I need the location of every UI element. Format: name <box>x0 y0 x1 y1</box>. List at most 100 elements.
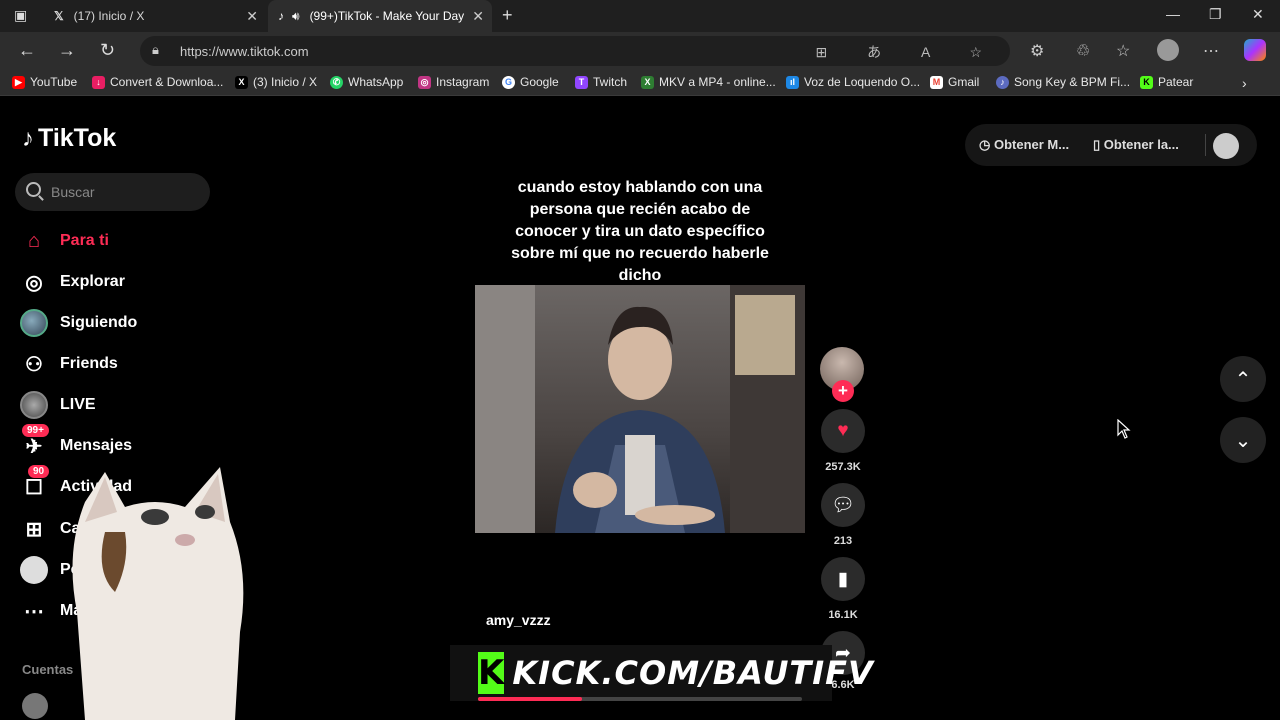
bookmark-label: (3) Inicio / X <box>253 75 318 89</box>
logo-text: TikTok <box>38 124 117 152</box>
restore-button[interactable]: ❐ <box>1209 6 1222 23</box>
search-icon <box>26 182 41 197</box>
url-bar-icons[interactable]: ⊞ あ A ☆ <box>815 42 1000 62</box>
tab-x-inicio[interactable]: 𝕏 (17) Inicio / X ✕ <box>44 0 266 32</box>
browser-tab-strip: ▣ 𝕏 (17) Inicio / X ✕ ♪ 🔊︎ (99+)TikTok -… <box>0 0 1280 32</box>
more-icon[interactable]: ⋯ <box>1203 41 1219 61</box>
tiktok-logo[interactable]: ♪ TikTok <box>22 124 116 153</box>
sidebar-item-mensajes[interactable]: ✈ 99+ Mensajes <box>20 424 133 460</box>
close-icon[interactable]: ✕ <box>246 8 258 25</box>
bookmark-x[interactable]: X (3) Inicio / X <box>235 75 317 89</box>
sidebar-item-explorar[interactable]: ◎ Explorar <box>20 268 125 296</box>
gmail-icon: M <box>930 75 943 89</box>
friends-icon: ⚇ <box>25 353 43 376</box>
tab-title: (17) Inicio / X <box>73 9 145 23</box>
creator-avatar[interactable]: + <box>820 347 864 402</box>
minimize-button[interactable]: — <box>1166 6 1180 22</box>
bookmark-loquendo[interactable]: ıl Voz de Loquendo O... <box>786 75 920 89</box>
get-coins-button[interactable]: ◷ Obtener M... <box>979 137 1069 153</box>
copilot-icon[interactable] <box>1244 39 1266 61</box>
get-coins-label: Obtener M... <box>993 137 1070 152</box>
url-field[interactable]: 🔒︎ https://www.tiktok.com ⊞ あ A ☆ <box>140 36 1010 66</box>
speaker-icon[interactable]: 🔊︎ <box>292 9 300 24</box>
search-input[interactable]: Buscar <box>15 173 210 211</box>
video-progress-bar[interactable] <box>478 697 802 701</box>
bookmark-songkey[interactable]: ♪ Song Key & BPM Fi... <box>996 75 1130 89</box>
reload-icon[interactable]: ↻ <box>100 40 115 61</box>
get-app-button[interactable]: ▯ Obtener la... <box>1093 137 1179 153</box>
performance-icon[interactable]: ♲ <box>1076 41 1090 61</box>
video-caption: cuando estoy hablando con una persona qu… <box>511 179 769 284</box>
bookmark-google[interactable]: G Google <box>502 75 559 89</box>
audio-icon: ıl <box>786 75 799 89</box>
previous-video-button[interactable]: ⌃ <box>1220 356 1266 402</box>
tiktok-icon: ♪ <box>278 9 284 23</box>
next-video-button[interactable]: ⌄ <box>1220 417 1266 463</box>
mouse-cursor-icon <box>1117 419 1131 439</box>
favorites-icon[interactable]: ☆ <box>1116 41 1130 61</box>
like-count: 257.3K <box>825 461 861 473</box>
bookmark-label: Instagram <box>436 75 490 89</box>
bookmark-label: YouTube <box>30 75 78 89</box>
home-icon: ⌂ <box>27 229 41 252</box>
kick-logo-icon: K <box>478 652 505 694</box>
bookmark-label: Patear <box>1158 75 1194 89</box>
chevron-right-icon[interactable]: › <box>1242 75 1247 91</box>
phone-icon: ▯ <box>1093 137 1104 152</box>
tab-title: (99+)TikTok - Make Your Day <box>309 9 465 23</box>
bookmark-mkv[interactable]: X MKV a MP4 - online... <box>641 75 776 89</box>
tab-actions-icon[interactable]: ▣ <box>14 7 27 24</box>
search-placeholder: Buscar <box>51 184 95 200</box>
extensions-icon[interactable]: ⚙ <box>1030 41 1044 61</box>
close-icon[interactable]: ✕ <box>472 8 484 25</box>
compass-icon: ◎ <box>25 271 43 294</box>
sidebar-item-label: Mensajes <box>60 437 133 454</box>
forward-icon[interactable]: → <box>58 40 76 61</box>
sidebar-item-friends[interactable]: ⚇ Friends <box>20 350 118 378</box>
bookmark-label: Song Key & BPM Fi... <box>1014 75 1131 89</box>
sidebar-item-para-ti[interactable]: ⌂ Para ti <box>20 227 109 255</box>
sidebar-item-label: Explorar <box>60 273 125 290</box>
user-avatar[interactable] <box>1213 133 1239 159</box>
comment-button[interactable]: 💬︎ <box>821 483 865 527</box>
like-button[interactable]: ♥ <box>821 409 865 453</box>
address-bar-row: ← → ↻ 🔒︎ https://www.tiktok.com ⊞ あ A ☆ … <box>0 32 1280 70</box>
x-icon: 𝕏 <box>54 9 64 23</box>
whatsapp-icon: ✆ <box>330 75 343 89</box>
video-player[interactable] <box>475 285 805 533</box>
url-text: https://www.tiktok.com <box>180 43 309 59</box>
close-window-button[interactable]: ✕ <box>1252 6 1264 23</box>
cat-overlay-image <box>72 467 244 720</box>
lock-icon[interactable]: 🔒︎ <box>152 42 159 58</box>
sidebar-item-live[interactable]: LIVE <box>20 391 96 419</box>
twitch-icon: T <box>575 75 588 89</box>
bookmark-convert[interactable]: ↓ Convert & Downloa... <box>92 75 223 89</box>
sidebar-item-siguiendo[interactable]: Siguiendo <box>20 309 137 337</box>
convert-icon: X <box>641 75 654 89</box>
bookmark-instagram[interactable]: ◎ Instagram <box>418 75 489 89</box>
profile-icon <box>20 556 48 584</box>
live-icon <box>20 391 48 419</box>
bookmark-patear[interactable]: K Patear <box>1140 75 1193 89</box>
comment-icon: 💬︎ <box>830 495 856 516</box>
follow-plus-icon[interactable]: + <box>832 380 854 402</box>
save-button[interactable]: ▮ <box>821 557 865 601</box>
bookmark-whatsapp[interactable]: ✆ WhatsApp <box>330 75 403 89</box>
new-tab-button[interactable]: + <box>502 5 513 26</box>
bookmark-gmail[interactable]: M Gmail <box>930 75 979 89</box>
youtube-icon: ▶ <box>12 75 25 89</box>
following-avatar-icon <box>20 309 48 337</box>
profile-avatar[interactable] <box>1157 39 1179 61</box>
comment-count: 213 <box>833 535 853 547</box>
video-author[interactable]: amy_vzzz <box>486 612 551 628</box>
get-app-label: Obtener la... <box>1103 137 1179 152</box>
coin-icon: ◷ <box>979 137 994 152</box>
bookmark-youtube[interactable]: ▶ YouTube <box>12 75 77 89</box>
tab-tiktok[interactable]: ♪ 🔊︎ (99+)TikTok - Make Your Day ✕ <box>268 0 492 32</box>
bookmark-twitch[interactable]: T Twitch <box>575 75 627 89</box>
back-icon[interactable]: ← <box>18 40 36 61</box>
instagram-icon: ◎ <box>418 75 431 89</box>
sidebar-item-label: Friends <box>60 355 118 372</box>
sidebar-item-label: LIVE <box>60 396 96 413</box>
bookmark-label: Voz de Loquendo O... <box>804 75 921 89</box>
